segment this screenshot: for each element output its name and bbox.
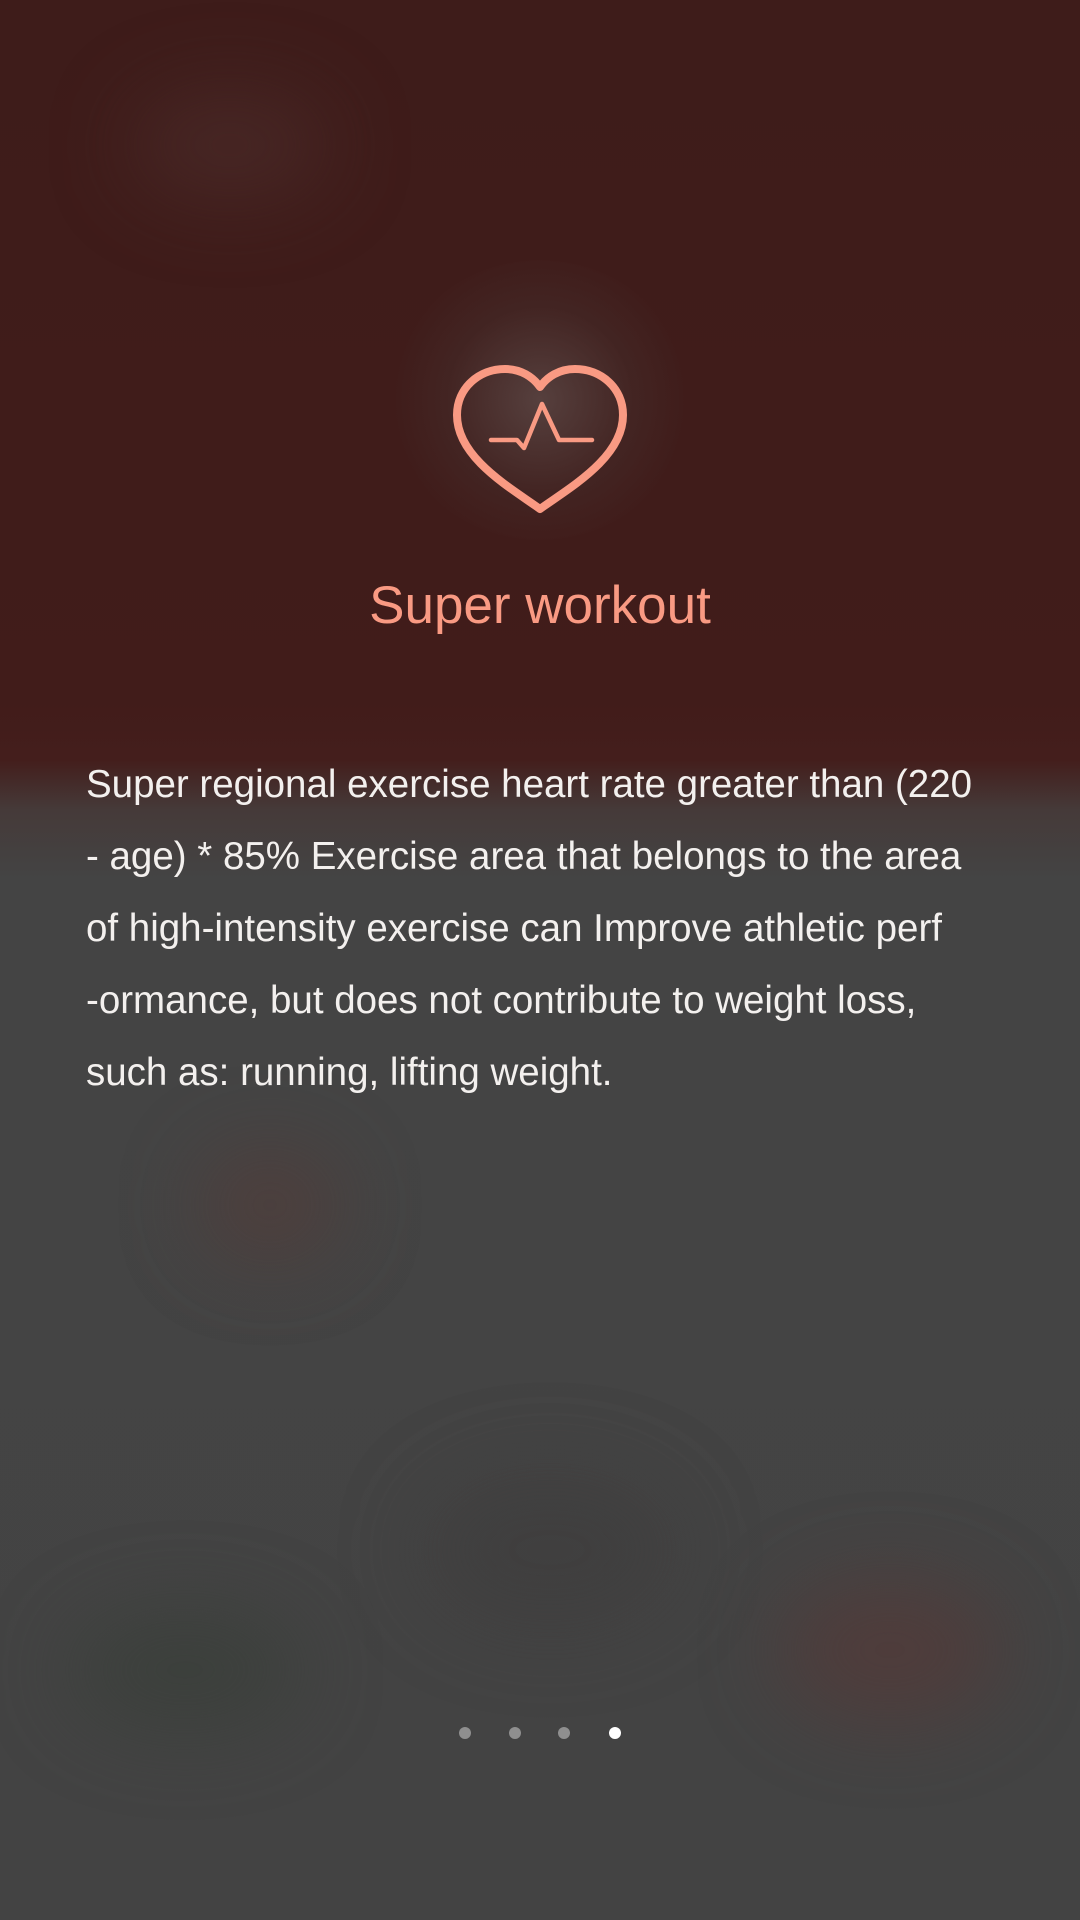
page-dot-4-active[interactable]: [609, 1727, 621, 1739]
page-indicator[interactable]: [0, 1727, 1080, 1739]
page-dot-3[interactable]: [558, 1727, 570, 1739]
heart-rate-icon: [453, 365, 627, 513]
background-blur-spot: [780, 1580, 1000, 1720]
background-blur-spot: [70, 1610, 300, 1730]
background-blur-spot: [420, 1470, 680, 1630]
page-dot-1[interactable]: [459, 1727, 471, 1739]
background-blur-spot: [200, 1150, 340, 1260]
description-text: Super regional exercise heart rate great…: [86, 763, 973, 1094]
page-title: Super workout: [369, 576, 711, 635]
background-blur-spot: [130, 90, 330, 200]
page-dot-2[interactable]: [509, 1727, 521, 1739]
